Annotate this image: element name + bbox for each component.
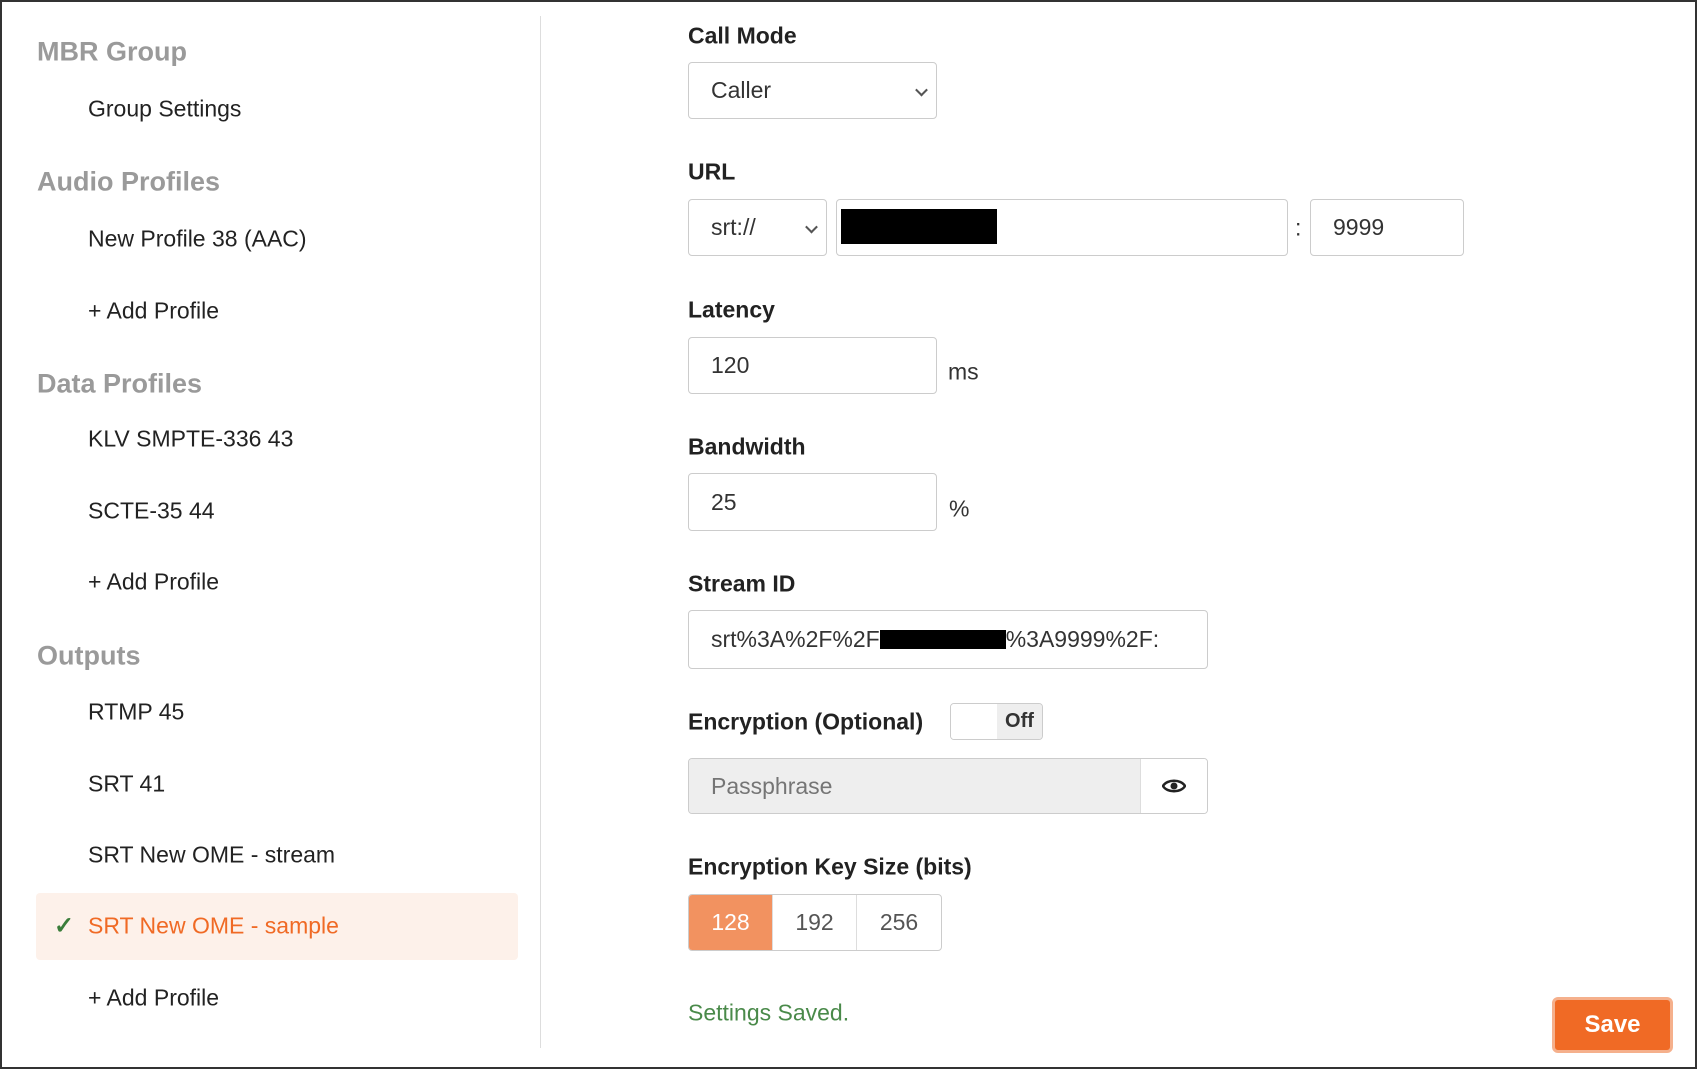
- url-port-value: 9999: [1333, 214, 1385, 240]
- sidebar-heading-mbr-group: MBR Group: [37, 36, 187, 67]
- key-size-selector: 128 192 256: [688, 894, 942, 951]
- eye-icon: [1162, 779, 1186, 793]
- key-size-192[interactable]: 192: [773, 895, 857, 950]
- stream-id-input[interactable]: srt%3A%2F%2F %3A9999%2F:: [688, 610, 1208, 669]
- sidebar-add-output-profile[interactable]: + Add Profile: [88, 985, 219, 1012]
- key-size-label: Encryption Key Size (bits): [688, 853, 972, 880]
- encryption-label: Encryption (Optional): [688, 708, 924, 735]
- url-scheme-select[interactable]: srt://: [688, 199, 827, 256]
- bandwidth-unit: %: [949, 495, 970, 522]
- call-mode-label: Call Mode: [688, 22, 797, 49]
- sidebar-heading-audio-profiles: Audio Profiles: [37, 166, 221, 197]
- latency-input[interactable]: 120: [688, 337, 937, 394]
- url-port-input[interactable]: 9999: [1310, 199, 1464, 256]
- toggle-knob: [951, 704, 997, 739]
- sidebar-add-data-profile[interactable]: + Add Profile: [88, 569, 219, 596]
- sidebar-divider: [540, 16, 541, 1048]
- latency-value: 120: [711, 352, 750, 378]
- status-message: Settings Saved.: [688, 999, 850, 1026]
- bandwidth-value: 25: [711, 488, 737, 515]
- sidebar-item-rtmp-45[interactable]: RTMP 45: [88, 699, 184, 726]
- stream-id-label: Stream ID: [688, 570, 796, 597]
- url-scheme-value: srt://: [711, 214, 756, 240]
- passphrase-group: [688, 758, 1208, 814]
- sidebar-heading-data-profiles: Data Profiles: [37, 368, 203, 399]
- stream-id-suffix: %3A9999%2F:: [1005, 626, 1160, 652]
- sidebar-heading-outputs: Outputs: [37, 640, 141, 671]
- passphrase-input[interactable]: [689, 759, 1140, 813]
- bandwidth-label: Bandwidth: [688, 433, 806, 460]
- url-label: URL: [688, 158, 736, 185]
- call-mode-value: Caller: [711, 77, 772, 103]
- sidebar-item-scte[interactable]: SCTE-35 44: [88, 498, 215, 525]
- redacted-stream-host: [879, 630, 1006, 649]
- encryption-toggle[interactable]: Off: [950, 703, 1043, 740]
- toggle-state: Off: [997, 704, 1042, 739]
- save-button[interactable]: Save: [1552, 997, 1673, 1053]
- url-port-separator: :: [1295, 214, 1302, 241]
- sidebar-item-srt-sample[interactable]: SRT New OME - sample: [88, 913, 339, 940]
- sidebar-item-srt-41[interactable]: SRT 41: [88, 771, 165, 798]
- sidebar-add-audio-profile[interactable]: + Add Profile: [88, 298, 219, 325]
- check-icon: ✓: [54, 912, 75, 940]
- latency-label: Latency: [688, 296, 775, 323]
- latency-unit: ms: [948, 358, 979, 385]
- chevron-down-icon: [915, 83, 928, 96]
- key-size-256[interactable]: 256: [857, 895, 941, 950]
- key-size-128[interactable]: 128: [689, 895, 773, 950]
- sidebar-item-audio-profile[interactable]: New Profile 38 (AAC): [88, 226, 307, 253]
- sidebar-item-group-settings[interactable]: Group Settings: [88, 96, 241, 123]
- sidebar-item-srt-stream[interactable]: SRT New OME - stream: [88, 842, 335, 869]
- bandwidth-input[interactable]: 25: [688, 473, 937, 531]
- show-password-button[interactable]: [1140, 759, 1207, 813]
- chevron-down-icon: [805, 220, 818, 233]
- stream-id-prefix: srt%3A%2F%2F: [711, 626, 880, 652]
- redacted-host: [841, 209, 997, 244]
- call-mode-select[interactable]: Caller: [688, 62, 937, 119]
- sidebar-item-klv[interactable]: KLV SMPTE-336 43: [88, 426, 293, 453]
